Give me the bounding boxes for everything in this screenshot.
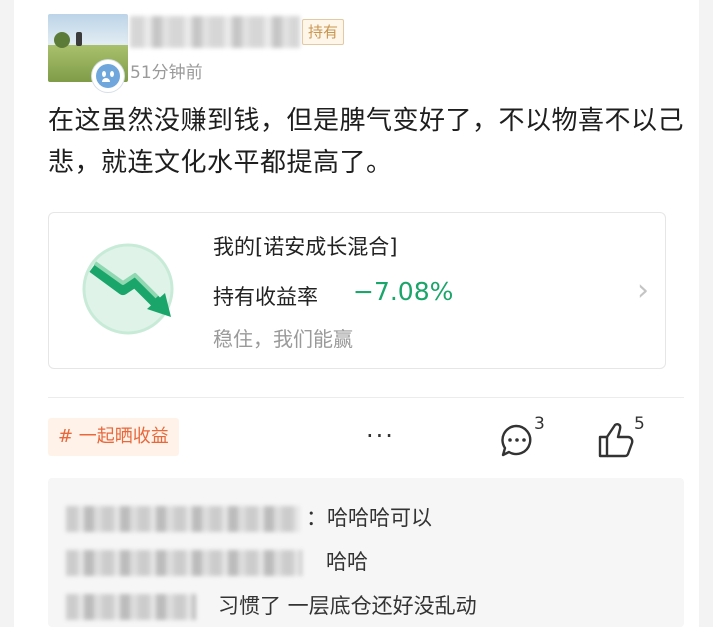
thumbs-up-icon[interactable] (596, 420, 656, 460)
fund-rate-label: 持有收益率 (213, 285, 318, 309)
fund-card[interactable]: 我的[诺安成长混合] 持有收益率 −7.08% 稳住，我们能赢 › (48, 212, 666, 369)
commenter-name-blurred[interactable] (66, 594, 196, 620)
comment-text: 习惯了 一层底仓还好没乱动 (218, 594, 477, 618)
divider (48, 397, 684, 398)
comment-count: 3 (534, 414, 545, 434)
down-trend-arrow-icon (82, 243, 174, 335)
post-text: 在这虽然没赚到钱，但是脾气变好了，不以物喜不以己悲，就连文化水平都提高了。 (48, 106, 685, 178)
like-count: 5 (634, 414, 645, 434)
post-time: 51分钟前 (130, 63, 203, 83)
post-card: 持有 51分钟前 在这虽然没赚到钱，但是脾气变好了，不以物喜不以己悲，就连文化水… (14, 0, 699, 627)
topic-tag[interactable]: # 一起晒收益 (48, 418, 179, 456)
fund-slogan: 稳住，我们能赢 (213, 327, 353, 351)
comment-list: ：哈哈哈可以 哈哈 习惯了 一层底仓还好没乱动 (48, 478, 684, 627)
chevron-right-icon[interactable]: › (637, 273, 649, 308)
crying-face-icon (92, 60, 124, 92)
more-options-icon[interactable]: ··· (366, 422, 395, 450)
fund-title: 我的[诺安成长混合] (213, 235, 398, 259)
username-blurred[interactable] (130, 16, 300, 48)
comment-icon[interactable] (498, 420, 554, 460)
holding-tag: 持有 (302, 19, 345, 45)
comment-item[interactable]: 习惯了 一层底仓还好没乱动 (66, 588, 666, 622)
comment-item[interactable]: 哈哈 (66, 544, 666, 578)
commenter-name-blurred[interactable] (66, 506, 300, 532)
commenter-name-blurred[interactable] (66, 550, 302, 576)
fund-rate-value: −7.08% (353, 277, 454, 306)
comment-text: ：哈哈哈可以 (306, 506, 432, 530)
comment-text: 哈哈 (326, 550, 368, 574)
comment-item[interactable]: ：哈哈哈可以 (66, 500, 666, 534)
